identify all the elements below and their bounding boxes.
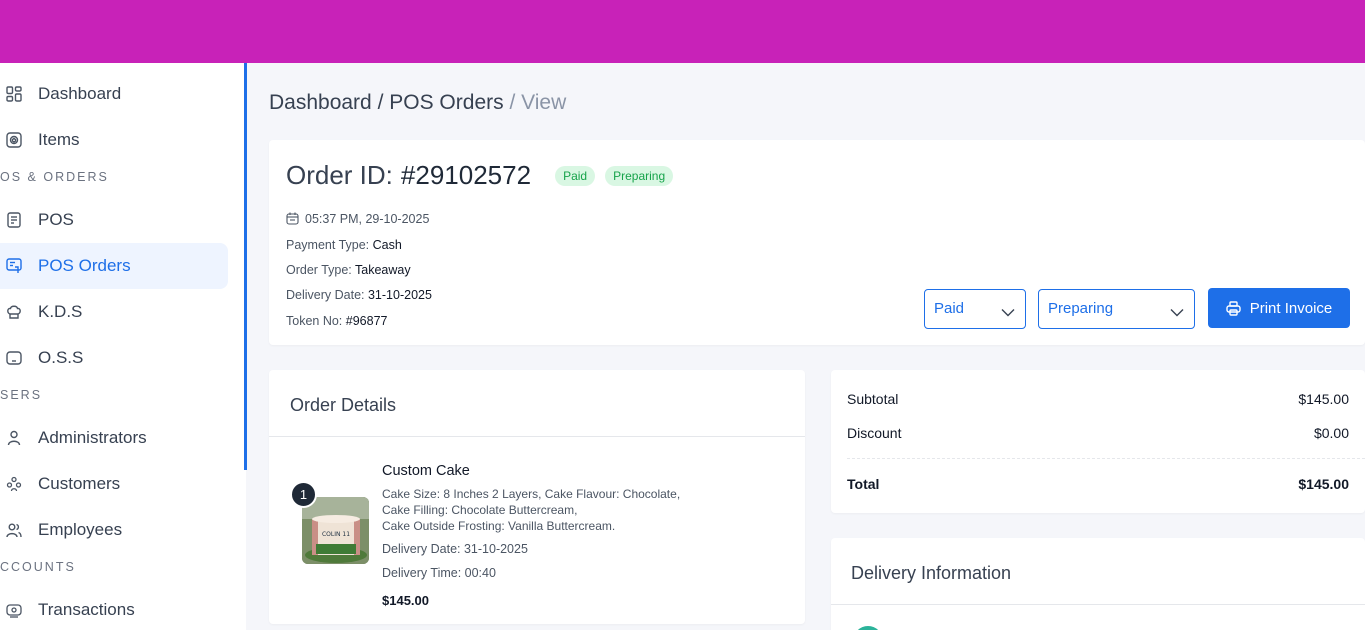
subtotal-value: $145.00 [1298,391,1349,407]
order-type-value: Takeaway [355,263,411,277]
payment-type-label: Payment Type: [286,238,370,252]
breadcrumb: Dashboard / POS Orders / View [269,91,566,115]
pos-icon [6,212,22,228]
items-icon [6,132,22,148]
payment-type-row: Payment Type: Cash [286,238,402,252]
delivery-date-value: 31-10-2025 [367,288,432,302]
printer-icon [1226,300,1241,316]
sidebar-item-label: Dashboard [38,84,122,103]
item-name: Custom Cake [382,463,470,479]
chef-hat-icon [6,304,22,320]
item-delivery-date: Delivery Date: 31-10-2025 [382,542,528,556]
order-type-row: Order Type: Takeaway [286,263,411,277]
breadcrumb-current: View [521,91,567,114]
order-status-select[interactable]: Preparing [1038,289,1195,329]
total-label: Total [847,476,880,492]
order-summary-card: Order ID: #29102572 Paid Preparing 05:37… [269,140,1365,345]
order-type-label: Order Type: [286,263,352,277]
sidebar-item-administrators[interactable]: Administrators [0,415,228,461]
order-status-select-value: Preparing [1048,300,1114,317]
cake-topper-text: COLIN 11 [322,531,350,538]
payment-status-select[interactable]: Paid [924,289,1026,329]
order-details-title: Order Details [269,370,805,437]
payment-type-value: Cash [372,238,402,252]
sidebar-item-label: Transactions [38,600,135,619]
delivery-date-label: Delivery Date: [286,288,365,302]
order-datetime: 05:37 PM, 29-10-2025 [286,212,429,228]
item-option-line: Cake Filling: Chocolate Buttercream, [382,503,578,517]
sidebar-item-label: POS Orders [38,256,131,275]
item-price: $145.00 [382,593,429,608]
section-label-accounts: CCOUNTS [0,560,76,574]
sidebar: Dashboard Items OS & ORDERS POS POS Orde… [0,63,246,630]
sidebar-item-label: O.S.S [38,348,84,367]
sidebar-item-transactions[interactable]: Transactions [0,587,228,630]
breadcrumb-pos-orders-link[interactable]: POS Orders [389,91,503,114]
sidebar-item-label: K.D.S [38,302,83,321]
section-label-users: SERS [0,388,43,402]
total-value: $145.00 [1298,476,1349,492]
order-status-badge: Preparing [605,165,674,186]
sidebar-item-label: Items [38,130,80,149]
subtotal-label: Subtotal [847,391,899,407]
sidebar-item-label: Employees [38,520,123,539]
order-title-prefix: Order ID: [286,160,393,190]
sidebar-item-pos[interactable]: POS [0,197,228,243]
monitor-icon [6,350,22,366]
subtotal-row: Subtotal $145.00 [847,391,1349,407]
order-title: Order ID: #29102572 Paid Preparing [286,160,674,191]
print-invoice-button[interactable]: Print Invoice [1208,288,1350,328]
print-invoice-label: Print Invoice [1249,299,1333,317]
transactions-icon [6,602,22,618]
user-icon [6,430,22,446]
sidebar-item-customers[interactable]: Customers [0,461,228,507]
delivery-information-card: Delivery Information [831,538,1365,630]
discount-label: Discount [847,425,902,441]
dashboard-icon [6,86,22,102]
sidebar-item-employees[interactable]: Employees [0,507,228,553]
chevron-down-icon [1170,304,1184,321]
summary-divider [847,458,1365,459]
order-datetime-text: 05:37 PM, 29-10-2025 [305,212,430,226]
sidebar-item-label: Administrators [38,428,147,447]
chevron-down-icon [1001,304,1015,321]
price-summary-card: Subtotal $145.00 Discount $0.00 Total $1… [831,370,1365,513]
breadcrumb-separator: / [371,91,390,114]
order-id: #29102572 [400,160,532,190]
main-content: Dashboard / POS Orders / View Order ID: … [247,63,1365,630]
delivery-information-title: Delivery Information [831,538,1365,605]
token-value: #96877 [345,314,388,328]
sidebar-item-label: POS [38,210,74,229]
sidebar-item-pos-orders[interactable]: POS Orders [0,243,228,289]
sidebar-item-items[interactable]: Items [0,117,228,163]
cake-thumbnail: COLIN 11 [302,497,369,564]
item-delivery-time: Delivery Time: 00:40 [382,566,496,580]
token-label: Token No: [286,314,343,328]
avatar [853,626,883,630]
employees-icon [6,522,22,538]
item-option-line: Cake Outside Frosting: Vanilla Buttercre… [382,519,616,533]
quantity-badge: 1 [290,481,317,508]
breadcrumb-separator: / [503,91,522,114]
total-row: Total $145.00 [847,476,1349,492]
customers-icon [6,476,22,492]
pos-orders-icon [6,258,22,274]
delivery-date-row: Delivery Date: 31-10-2025 [286,288,432,302]
top-bar [0,0,1365,63]
payment-status-badge: Paid [555,165,596,186]
discount-row: Discount $0.00 [847,425,1349,441]
calendar-icon [286,212,299,228]
discount-value: $0.00 [1313,425,1349,441]
sidebar-item-dashboard[interactable]: Dashboard [0,71,228,117]
sidebar-item-oss[interactable]: O.S.S [0,335,228,381]
sidebar-item-label: Customers [38,474,121,493]
payment-status-select-value: Paid [934,300,965,317]
section-label-pos-orders: OS & ORDERS [0,170,109,184]
order-details-card: Order Details COLIN 11 1 Custom Cake Cak… [269,370,805,624]
breadcrumb-dashboard-link[interactable]: Dashboard [269,91,372,114]
token-row: Token No: #96877 [286,314,387,328]
item-option-line: Cake Size: 8 Inches 2 Layers, Cake Flavo… [382,487,681,501]
item-options: Cake Size: 8 Inches 2 Layers, Cake Flavo… [382,486,712,534]
sidebar-item-kds[interactable]: K.D.S [0,289,228,335]
